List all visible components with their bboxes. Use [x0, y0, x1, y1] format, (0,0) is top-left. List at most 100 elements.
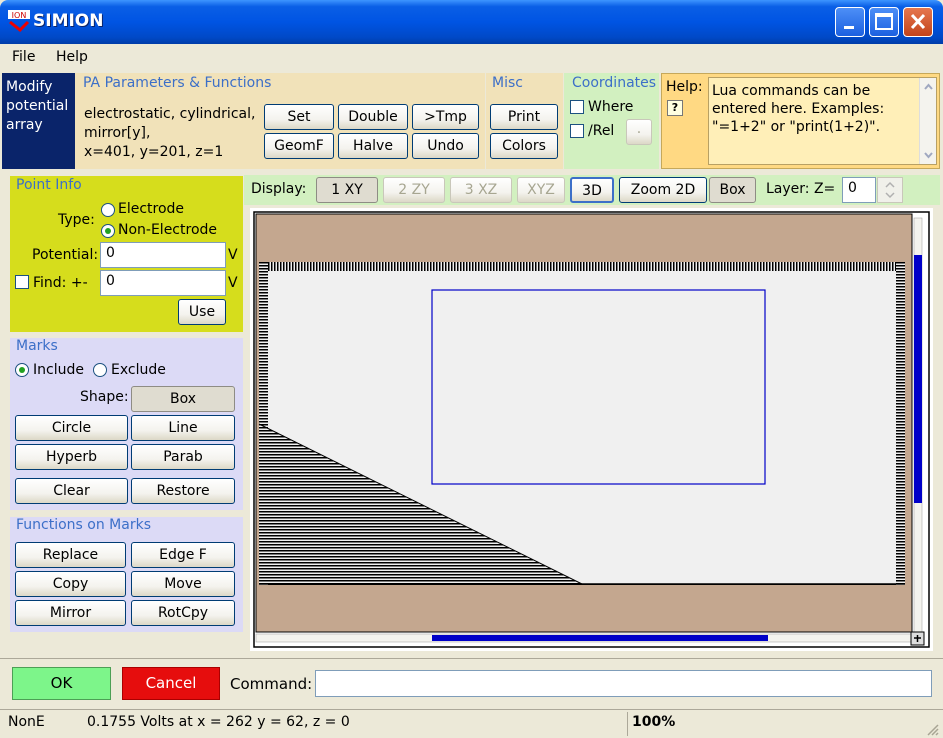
point-info-panel: Point Info Type: Electrode Non-Electrode…	[10, 176, 243, 332]
parab-button[interactable]: Parab	[131, 444, 235, 470]
non-electrode-radio[interactable]	[101, 224, 115, 238]
layer-z-input[interactable]: 0	[842, 177, 876, 203]
circle-button[interactable]: Circle	[15, 415, 128, 441]
replace-button[interactable]: Replace	[15, 542, 126, 568]
simion-app-icon: ION	[8, 10, 30, 32]
ok-button[interactable]: OK	[12, 667, 111, 700]
exclude-radio[interactable]	[93, 363, 107, 377]
restore-button[interactable]: Restore	[131, 478, 235, 504]
pa-desc-line3: x=401, y=201, z=1	[84, 144, 224, 160]
display-label: Display:	[251, 181, 307, 197]
view-3xz-button[interactable]: 3 XZ	[450, 177, 512, 203]
bottom-bar: OK Cancel Command:	[0, 658, 943, 708]
print-button[interactable]: Print	[490, 104, 558, 130]
pa-drawing[interactable]	[250, 208, 933, 651]
electrode-label: Electrode	[118, 201, 185, 217]
edge-f-button[interactable]: Edge F	[131, 542, 235, 568]
command-label: Command:	[230, 675, 313, 693]
find-checkbox[interactable]	[15, 275, 29, 289]
box-button[interactable]: Box	[709, 177, 756, 203]
use-button[interactable]: Use	[178, 299, 226, 325]
marks-panel: Marks Include Exclude Shape: Box Circle …	[10, 338, 243, 510]
colors-button[interactable]: Colors	[490, 133, 558, 159]
modify-panel[interactable]: Modify potential array	[2, 73, 75, 169]
double-button[interactable]: Double	[338, 104, 408, 130]
svg-text:ION: ION	[12, 11, 27, 20]
hyperb-button[interactable]: Hyperb	[15, 444, 128, 470]
view-3d-button[interactable]: 3D	[570, 177, 614, 203]
shape-box-button[interactable]: Box	[131, 386, 235, 412]
type-label: Type:	[58, 212, 95, 228]
menu-help[interactable]: Help	[56, 49, 88, 65]
view-xyz-button[interactable]: XYZ	[517, 177, 565, 203]
close-button[interactable]	[903, 7, 933, 37]
help-text: Lua commands can be entered here. Exampl…	[712, 83, 885, 135]
rel-checkbox[interactable]	[570, 124, 584, 138]
menu-bar: File Help	[0, 44, 943, 72]
help-text-area[interactable]: Lua commands can be entered here. Exampl…	[708, 77, 937, 165]
menu-file[interactable]: File	[12, 49, 35, 65]
undo-button[interactable]: Undo	[412, 133, 479, 159]
pa-parameters-panel: PA Parameters & Functions electrostatic,…	[75, 73, 485, 169]
where-label: Where	[588, 99, 634, 115]
copy-button[interactable]: Copy	[15, 571, 126, 597]
title-bar[interactable]: ION SIMION	[0, 0, 943, 44]
minimize-button[interactable]	[835, 7, 865, 37]
coordinates-panel: Coordinates Where /Rel .	[564, 73, 659, 169]
geomf-button[interactable]: GeomF	[264, 133, 334, 159]
help-scrollbar[interactable]	[919, 78, 936, 164]
where-checkbox[interactable]	[570, 100, 584, 114]
maximize-icon	[875, 13, 893, 30]
command-input[interactable]	[315, 670, 932, 697]
pa-desc-line2: mirror[y],	[84, 125, 151, 141]
functions-on-marks-panel: Functions on Marks Replace Edge F Copy M…	[10, 517, 243, 632]
to-tmp-button[interactable]: >Tmp	[412, 104, 479, 130]
pa-description: electrostatic, cylindrical, mirror[y], x…	[84, 105, 255, 162]
pa-desc-line1: electrostatic, cylindrical,	[84, 106, 256, 122]
non-electrode-label: Non-Electrode	[118, 222, 218, 238]
rel-label: /Rel	[588, 123, 615, 139]
move-button[interactable]: Move	[131, 571, 235, 597]
status-mode: NonE	[8, 714, 45, 730]
potential-label: Potential:	[32, 247, 99, 263]
help-panel: Help: ? Lua commands can be entered here…	[661, 73, 940, 169]
marks-title: Marks	[16, 338, 58, 354]
status-divider	[627, 712, 628, 736]
include-radio[interactable]	[15, 363, 29, 377]
halve-button[interactable]: Halve	[338, 133, 408, 159]
include-label: Include	[33, 362, 84, 378]
display-toolbar: Display: 1 XY 2 ZY 3 XZ XYZ 3D Zoom 2D B…	[244, 175, 940, 205]
zoom-2d-button[interactable]: Zoom 2D	[619, 177, 707, 203]
scroll-arrows-icon	[924, 83, 933, 159]
resize-grip-icon[interactable]	[925, 722, 939, 736]
spinner-arrows-icon	[885, 181, 895, 199]
potential-unit: V	[228, 247, 238, 263]
layer-spinner[interactable]	[877, 177, 903, 203]
shape-label: Shape:	[80, 389, 129, 405]
view-2zy-button[interactable]: 2 ZY	[383, 177, 445, 203]
help-question-icon[interactable]: ?	[667, 100, 683, 116]
cancel-button[interactable]: Cancel	[122, 667, 220, 700]
rotcpy-button[interactable]: RotCpy	[131, 600, 235, 626]
point-info-title: Point Info	[16, 177, 82, 193]
layer-label: Layer: Z=	[766, 181, 836, 197]
coords-small-button[interactable]: .	[626, 119, 652, 145]
mirror-button[interactable]: Mirror	[15, 600, 126, 626]
misc-title: Misc	[492, 75, 523, 91]
potential-array-view[interactable]	[250, 208, 933, 651]
help-label: Help:	[666, 79, 703, 95]
maximize-button[interactable]	[869, 7, 899, 37]
electrode-radio[interactable]	[101, 203, 115, 217]
exclude-label: Exclude	[111, 362, 166, 378]
find-tolerance-input[interactable]: 0	[100, 270, 226, 296]
functions-title: Functions on Marks	[16, 517, 151, 533]
status-zoom: 100%	[632, 714, 676, 730]
view-1xy-button[interactable]: 1 XY	[316, 177, 378, 203]
line-button[interactable]: Line	[131, 415, 235, 441]
set-button[interactable]: Set	[264, 104, 334, 130]
coords-title: Coordinates	[572, 75, 657, 91]
potential-input[interactable]: 0	[100, 242, 226, 268]
find-label: Find: +-	[33, 275, 88, 291]
clear-button[interactable]: Clear	[15, 478, 128, 504]
status-bar: NonE 0.1755 Volts at x = 262 y = 62, z =…	[0, 709, 943, 738]
